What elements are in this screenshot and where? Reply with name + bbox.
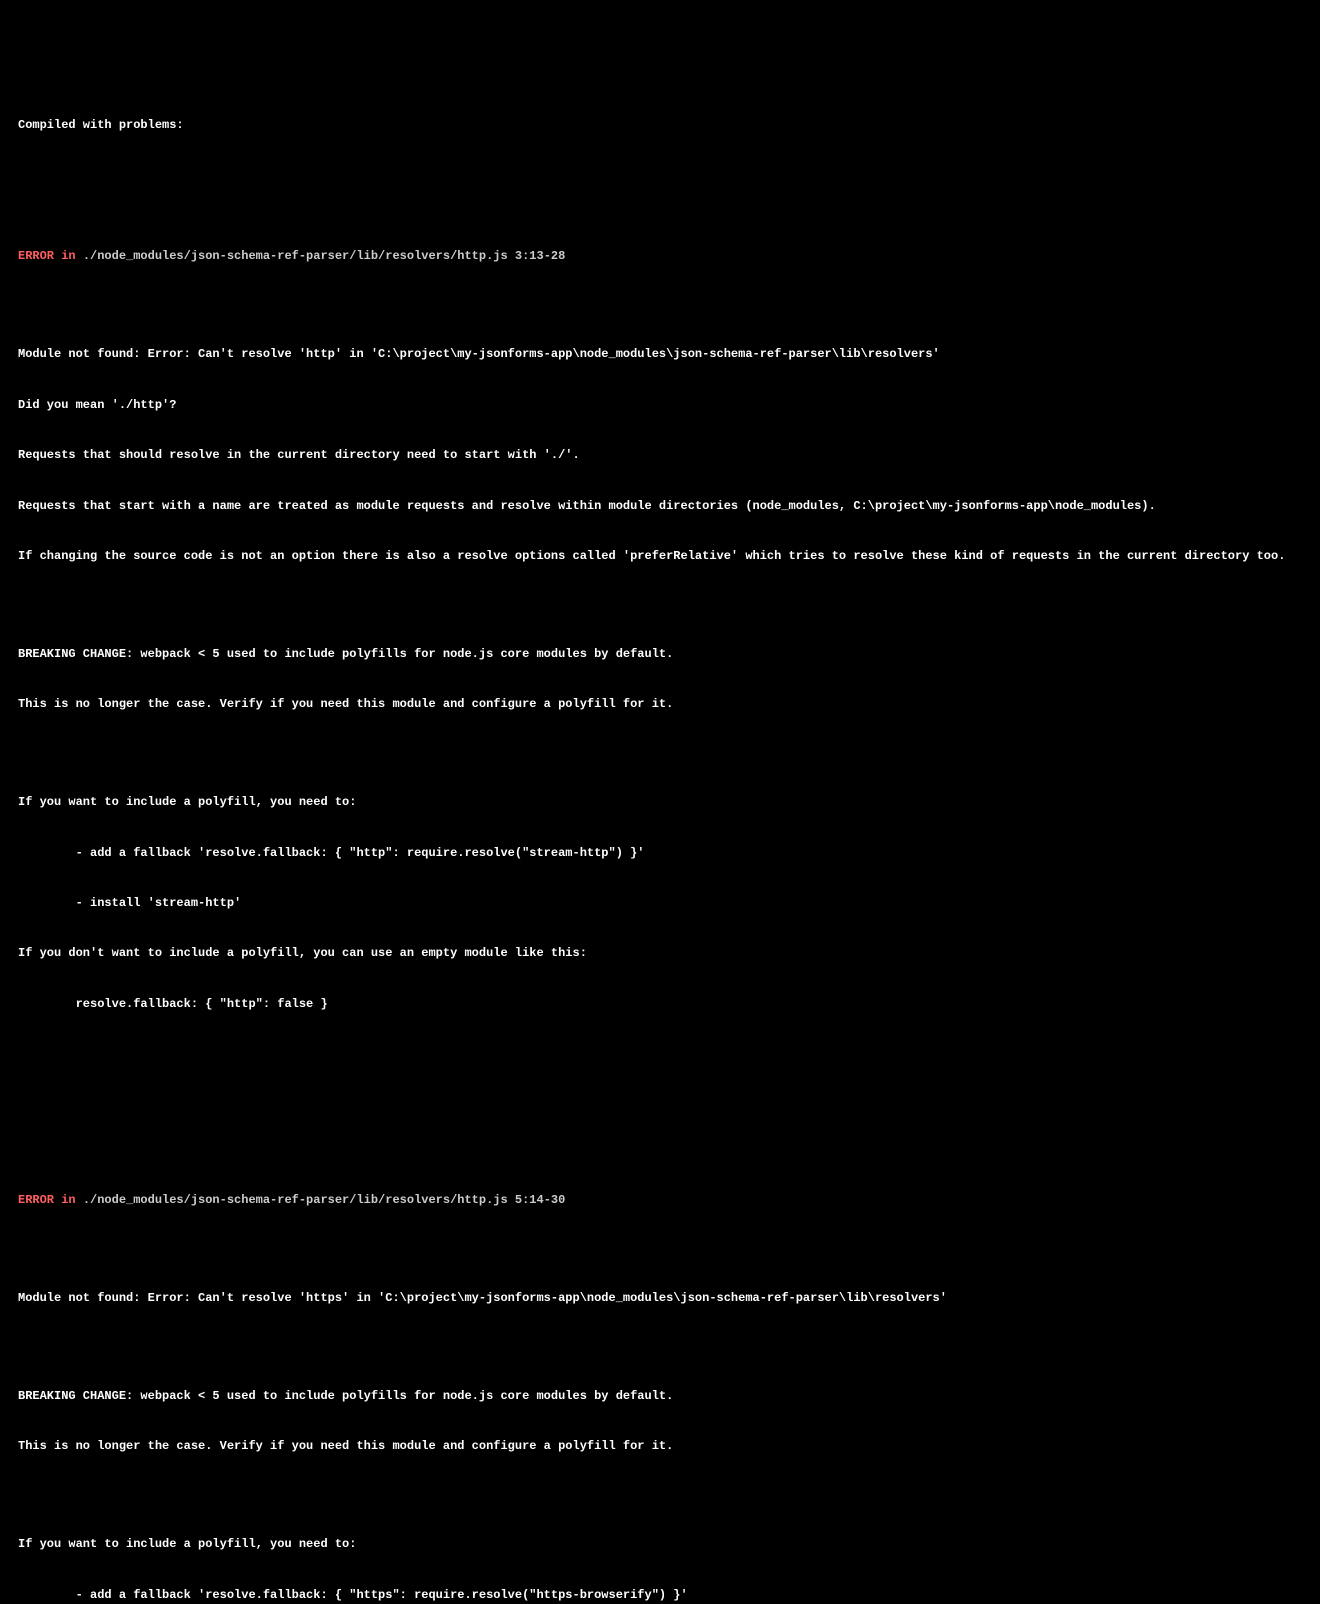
error-line: ERROR in ./node_modules/json-schema-ref-… — [18, 1192, 1302, 1209]
error-path: ./node_modules/json-schema-ref-parser/li… — [83, 249, 565, 263]
error-body-line: - add a fallback 'resolve.fallback: { "h… — [18, 845, 1302, 862]
terminal-output: Compiled with problems: ERROR in ./node_… — [18, 83, 1302, 1604]
error-body-line: - add a fallback 'resolve.fallback: { "h… — [18, 1587, 1302, 1604]
error-body-line: Requests that should resolve in the curr… — [18, 447, 1302, 464]
error-prefix: ERROR in — [18, 249, 83, 263]
error-body-line: - install 'stream-http' — [18, 895, 1302, 912]
error-body-line: If you want to include a polyfill, you n… — [18, 794, 1302, 811]
error-line: ERROR in ./node_modules/json-schema-ref-… — [18, 248, 1302, 265]
error-body-line: Module not found: Error: Can't resolve '… — [18, 1290, 1302, 1307]
error-body-line: Module not found: Error: Can't resolve '… — [18, 346, 1302, 363]
compile-header: Compiled with problems: — [18, 117, 1302, 134]
error-body-line: If changing the source code is not an op… — [18, 548, 1302, 565]
error-body-line: resolve.fallback: { "http": false } — [18, 996, 1302, 1013]
error-body-line: BREAKING CHANGE: webpack < 5 used to inc… — [18, 646, 1302, 663]
error-body-line: Did you mean './http'? — [18, 397, 1302, 414]
error-body-line: If you want to include a polyfill, you n… — [18, 1536, 1302, 1553]
error-body-line: This is no longer the case. Verify if yo… — [18, 1438, 1302, 1455]
error-prefix: ERROR in — [18, 1193, 83, 1207]
error-path: ./node_modules/json-schema-ref-parser/li… — [83, 1193, 565, 1207]
error-body-line: If you don't want to include a polyfill,… — [18, 945, 1302, 962]
error-body-line: This is no longer the case. Verify if yo… — [18, 696, 1302, 713]
error-body-line: Requests that start with a name are trea… — [18, 498, 1302, 515]
error-body-line: BREAKING CHANGE: webpack < 5 used to inc… — [18, 1388, 1302, 1405]
